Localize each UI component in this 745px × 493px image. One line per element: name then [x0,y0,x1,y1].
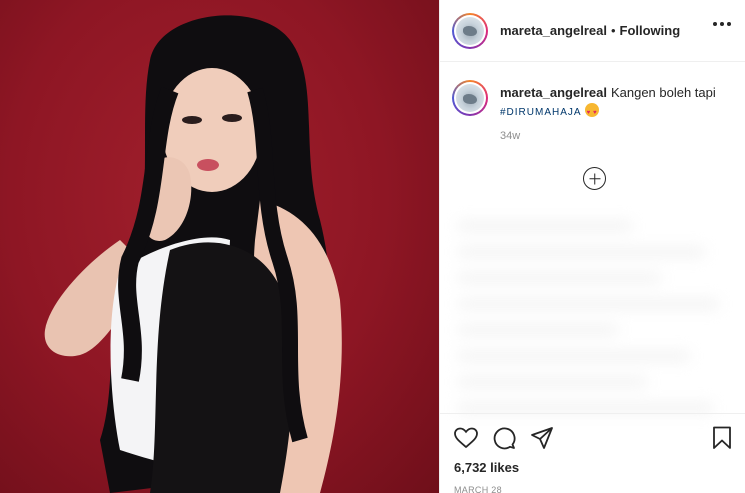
post-actions: 6,732 likes MARCH 28 [440,413,745,493]
photo-illustration [44,15,342,493]
blurred-comments [450,205,740,413]
post-date[interactable]: MARCH 28 [454,485,732,493]
caption-block: mareta_angelreal Kangen boleh tapi #DIRUM… [452,80,737,142]
share-icon[interactable] [530,426,554,450]
more-options-icon[interactable] [713,22,731,26]
following-button[interactable]: Following [620,23,681,38]
post-details-panel: mareta_angelreal • Following mareta_ange… [439,0,745,493]
likes-count[interactable]: 6,732 likes [454,460,732,475]
caption-hashtag[interactable]: #DIRUMAHAJA [500,107,582,118]
caption-avatar[interactable] [452,80,488,116]
separator-dot: • [610,23,616,38]
author-username[interactable]: mareta_angelreal [500,23,607,38]
caption-username[interactable]: mareta_angelreal [500,85,607,100]
author-avatar[interactable] [452,12,488,49]
heart-icon[interactable] [454,427,478,449]
bookmark-icon[interactable] [712,426,732,450]
caption-time-ago[interactable]: 34w [500,130,737,142]
caption-text: mareta_angelreal Kangen boleh tapi #DIRUM… [500,80,737,122]
post-header: mareta_angelreal • Following [440,0,745,62]
plus-circle-icon[interactable] [583,167,606,190]
post-image[interactable] [0,0,439,493]
star-struck-emoji-icon [584,103,599,122]
caption-body: Kangen boleh tapi [610,85,716,100]
comment-icon[interactable] [492,426,516,450]
